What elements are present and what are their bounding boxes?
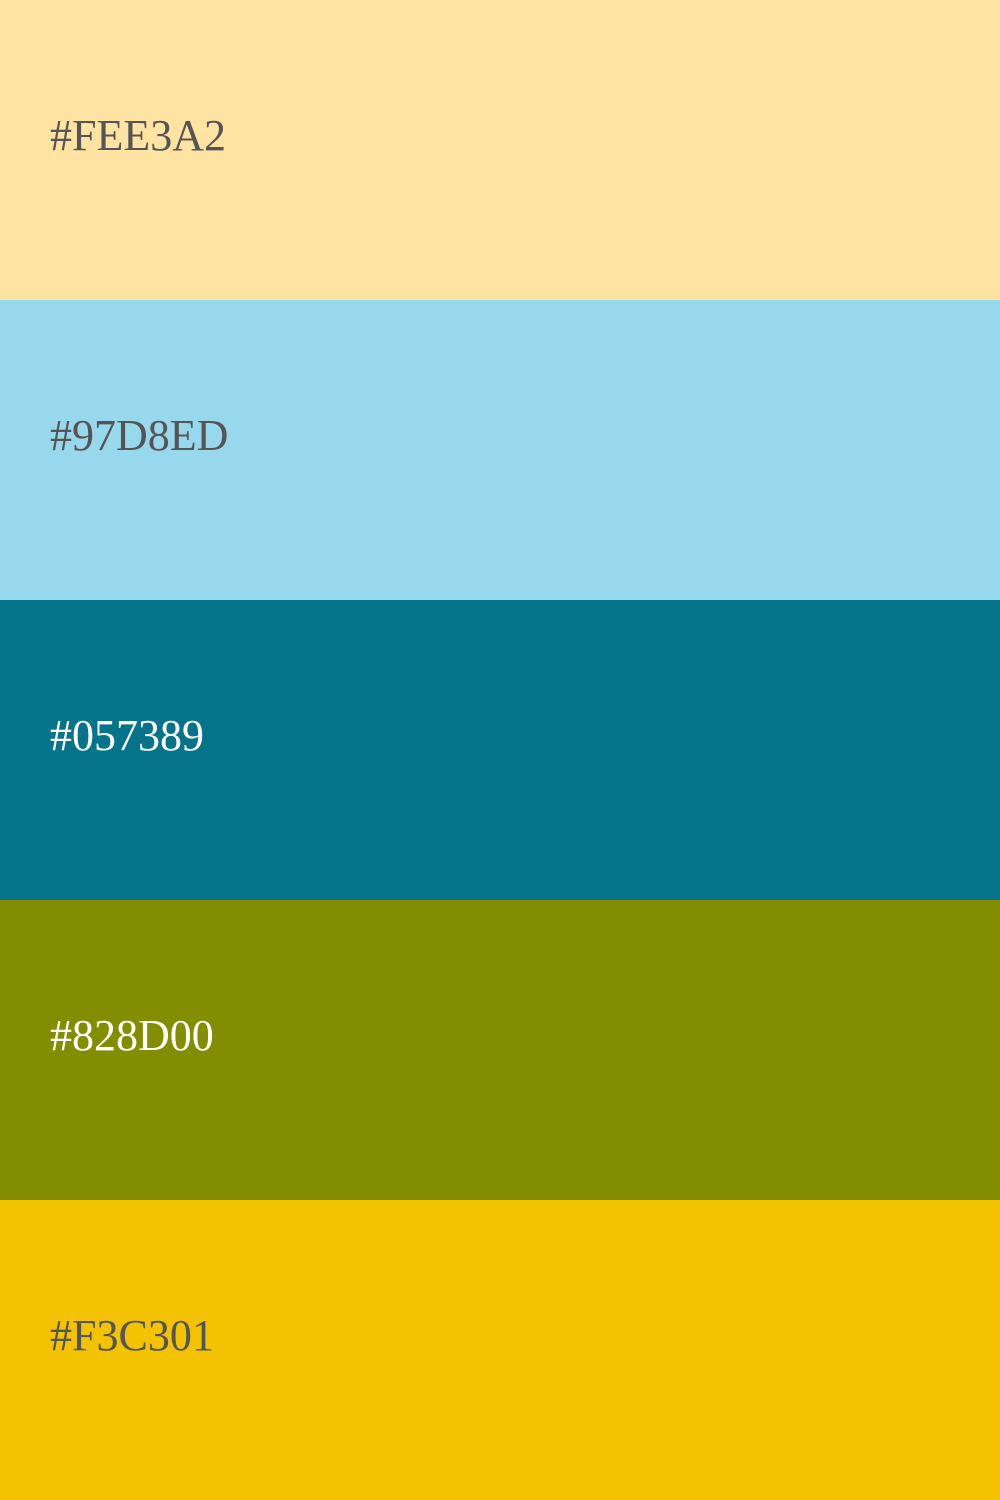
color-palette: #FEE3A2 #97D8ED #057389 #828D00 #F3C301 bbox=[0, 0, 1000, 1500]
color-swatch-4: #828D00 bbox=[0, 900, 1000, 1200]
color-swatch-1: #FEE3A2 bbox=[0, 0, 1000, 300]
swatch-hex-label: #97D8ED bbox=[50, 411, 229, 460]
swatch-hex-label: #057389 bbox=[50, 711, 204, 760]
color-swatch-5: #F3C301 bbox=[0, 1200, 1000, 1500]
swatch-hex-label: #828D00 bbox=[50, 1011, 214, 1060]
color-swatch-3: #057389 bbox=[0, 600, 1000, 900]
color-swatch-2: #97D8ED bbox=[0, 300, 1000, 600]
swatch-hex-label: #FEE3A2 bbox=[50, 111, 226, 160]
swatch-hex-label: #F3C301 bbox=[50, 1311, 214, 1360]
